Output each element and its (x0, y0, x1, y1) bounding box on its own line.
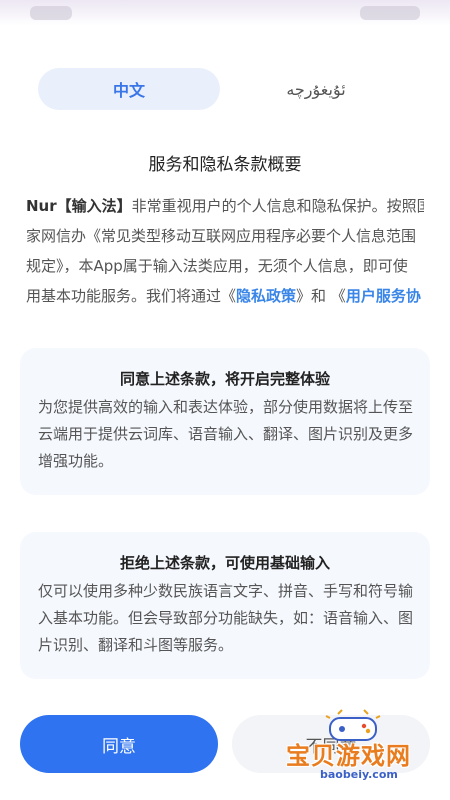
agree-card-line: 云端用于提供云词库、语音输入、翻译、图片识别及更多 (38, 425, 414, 443)
reject-card-line: 入基本功能。但会导致部分功能缺失，如：语音输入、图 (38, 609, 414, 627)
agree-card: 同意上述条款，将开启完整体验 为您提供高效的输入和表达体验，部分使用数据将上传至… (20, 348, 430, 495)
agree-card-line: 为您提供高效的输入和表达体验，部分使用数据将上传至 (38, 398, 414, 416)
agree-button[interactable]: 同意 (20, 715, 218, 773)
privacy-policy-link[interactable]: 隐私政策 (236, 287, 296, 305)
intro-line-4: 用基本功能服务。我们将通过《 (26, 287, 237, 305)
intro-line-1: 非常重视用户的个人信息和隐私保护。按照国 (131, 197, 424, 215)
agree-card-body: 为您提供高效的输入和表达体验，部分使用数据将上传至 云端用于提供云词库、语音输入… (38, 394, 418, 475)
intro-line-2: 家网信办《常见类型移动互联网应用程序必要个人信息范围 (26, 227, 417, 245)
status-bar (0, 0, 450, 26)
reject-card-title: 拒绝上述条款，可使用基础输入 (119, 554, 330, 572)
status-icons-blur (360, 6, 420, 20)
reject-card: 拒绝上述条款，可使用基础输入 仅可以使用多种少数民族语言文字、拼音、手写和符号输… (20, 532, 430, 679)
reject-card-body: 仅可以使用多种少数民族语言文字、拼音、手写和符号输 入基本功能。但会导致部分功能… (38, 578, 418, 659)
intro-paragraph: Nur【输入法】非常重视用户的个人信息和隐私保护。按照国 家网信办《常见类型移动… (26, 191, 424, 311)
tab-chinese[interactable]: 中文 (38, 68, 220, 110)
intro-line-3: 规定》，本App属于输入法类应用，无须个人信息，即可使 (26, 257, 408, 275)
disagree-button[interactable]: 不同意 (232, 715, 430, 773)
reject-card-line: 片识别、翻译和斗图等服务。 (38, 636, 234, 654)
page-title: 服务和隐私条款概要 (148, 155, 302, 175)
agree-card-line: 增强功能。 (38, 452, 114, 470)
intro-line-4-mid: 》和 《 (296, 287, 346, 305)
status-time-blur (30, 6, 72, 20)
app-name: Nur【输入法】 (26, 197, 132, 215)
tab-uyghur[interactable]: ئۇيغۇرچە (220, 68, 412, 110)
user-agreement-link[interactable]: 用户服务协 (346, 287, 421, 305)
reject-card-line: 仅可以使用多种少数民族语言文字、拼音、手写和符号输 (38, 582, 414, 600)
agree-card-title: 同意上述条款，将开启完整体验 (119, 370, 330, 388)
language-toggle: 中文 ئۇيغۇرچە (38, 68, 412, 110)
